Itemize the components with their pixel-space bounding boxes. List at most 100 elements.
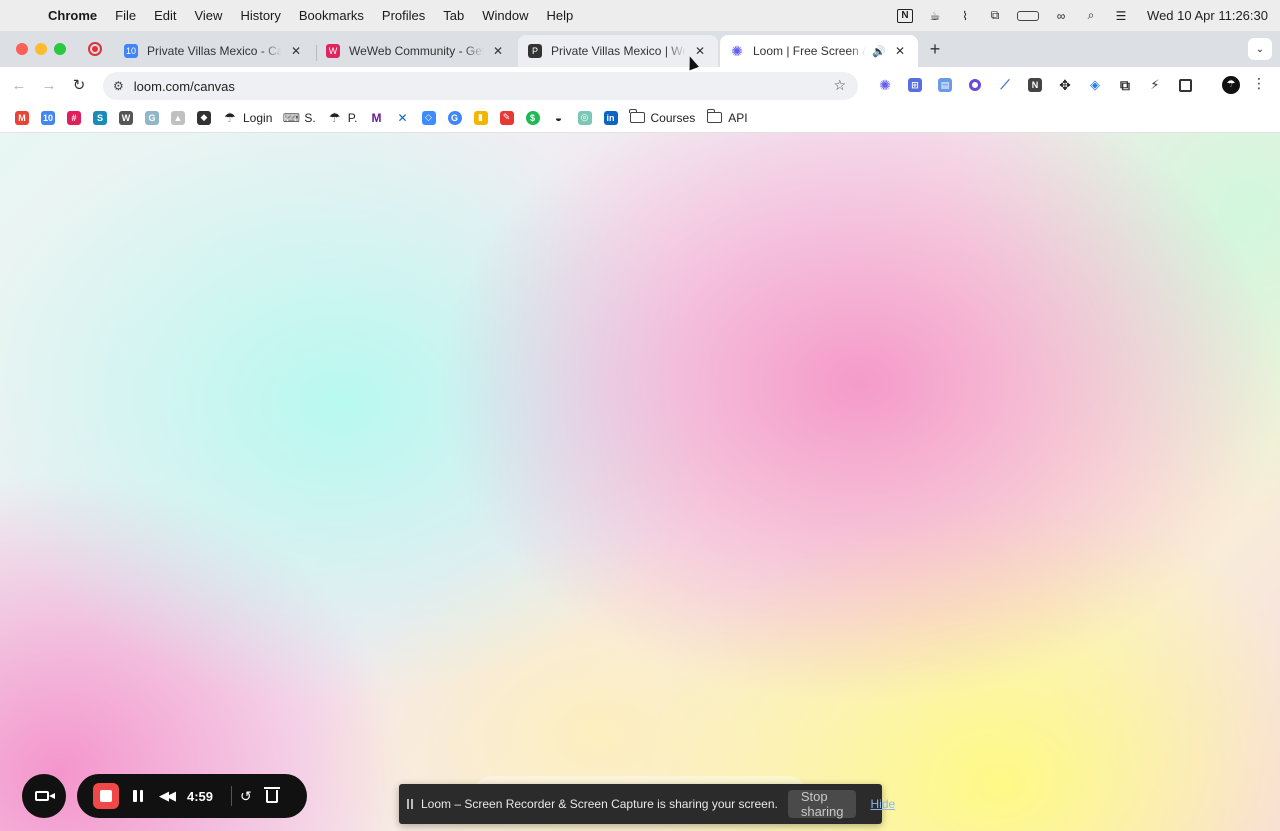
bookmark-dark[interactable]: ◆ [191, 107, 217, 129]
menu-tab[interactable]: Tab [443, 8, 464, 23]
bookmark-w[interactable]: W [113, 107, 139, 129]
coffee-cup-icon[interactable]: ☕ [927, 9, 943, 23]
loom-extension-icon[interactable]: ✺ [870, 75, 900, 95]
red-app-icon: ✎ [499, 110, 514, 125]
paperclip-icon[interactable]: ⌇ [957, 9, 973, 23]
address-bar[interactable]: ⚙ loom.com/canvas ☆ [103, 72, 858, 100]
notion-status-icon[interactable]: N [897, 8, 914, 23]
bookmark-diamond[interactable]: ◇ [416, 107, 442, 129]
link-icon[interactable]: ∞ [1053, 9, 1069, 23]
bookmark-google[interactable]: G [442, 107, 468, 129]
palm-tree-icon: ☂ [328, 109, 341, 125]
recording-indicator-icon[interactable] [88, 42, 102, 56]
notion-extension-icon[interactable]: N [1020, 75, 1050, 95]
reload-button[interactable]: ↻ [64, 76, 94, 94]
google-icon: G [447, 110, 462, 125]
control-center-icon[interactable]: ☰ [1113, 9, 1129, 23]
bookmark-label: S. [304, 110, 316, 125]
recording-timer: 4:59 [187, 788, 214, 804]
x-icon: ✕ [397, 110, 408, 125]
menu-edit[interactable]: Edit [154, 8, 176, 23]
address-bar-url[interactable]: loom.com/canvas [134, 79, 235, 94]
bookmark-tree[interactable]: ▲ [165, 107, 191, 129]
profile-avatar[interactable]: ☂ [1222, 76, 1240, 94]
move-extension-icon[interactable]: ✥ [1050, 75, 1080, 95]
rewind-icon[interactable]: ◀◀ [159, 788, 176, 804]
ring-extension-icon[interactable] [960, 75, 990, 95]
pause-recording-button[interactable] [133, 790, 143, 802]
menu-file[interactable]: File [115, 8, 136, 23]
linkedin-icon: in [603, 110, 618, 125]
bookmark-label: Login [243, 110, 273, 125]
tab-search-chevron-icon[interactable]: ⌄ [1248, 38, 1272, 60]
restart-recording-icon[interactable]: ↺ [240, 788, 252, 805]
tab-title: WeWeb Community - Get help [349, 44, 484, 58]
hide-banner-link[interactable]: Hide [870, 797, 895, 811]
bookmark-s[interactable]: ⌨ S. [278, 107, 321, 129]
chrome-menu-icon[interactable]: ⋮ [1252, 75, 1266, 92]
spotlight-search-icon[interactable]: ⌕ [1083, 8, 1099, 23]
tab-title: Loom | Free Screen & Video [753, 44, 866, 58]
forward-button[interactable]: → [34, 77, 64, 94]
menu-profiles[interactable]: Profiles [382, 8, 425, 23]
side-panel-icon[interactable] [1170, 75, 1200, 95]
bookmark-robot[interactable]: G [139, 107, 165, 129]
tab-weweb-community[interactable]: W WeWeb Community - Get help ✕ [316, 35, 516, 67]
tab-close-icon[interactable]: ✕ [490, 44, 506, 58]
bookmark-x[interactable]: ✕ [390, 107, 416, 129]
back-button[interactable]: ← [4, 77, 34, 94]
menu-bookmarks[interactable]: Bookmarks [299, 8, 364, 23]
clipboard-extension-icon[interactable]: ▤ [930, 75, 960, 95]
bookmark-openai[interactable]: ◎ [572, 107, 598, 129]
performance-icon[interactable]: ⚡ [1140, 75, 1170, 95]
bookmark-analytics[interactable]: ▮ [468, 107, 494, 129]
menubar-status-area: N ☕ ⌇ ⧉ ∞ ⌕ ☰ Wed 10 Apr 11:26:30 [897, 8, 1268, 23]
tab-close-icon[interactable]: ✕ [892, 44, 908, 58]
bookmark-red-app[interactable]: ✎ [494, 107, 520, 129]
loom-camera-toggle-button[interactable] [22, 774, 66, 818]
bookmark-folder-courses[interactable]: Courses [624, 107, 702, 129]
tab-loom-active[interactable]: ✺ Loom | Free Screen & Video 🔊 ✕ [720, 35, 918, 67]
bookmark-docs[interactable]: S [87, 107, 113, 129]
video-camera-icon [35, 791, 55, 801]
drag-handle-icon[interactable] [407, 799, 413, 809]
menubar-clock[interactable]: Wed 10 Apr 11:26:30 [1147, 8, 1268, 23]
google-calendar-favicon-icon: 10 [124, 44, 138, 58]
puzzle-extensions-icon[interactable]: ⧉ [1110, 75, 1140, 95]
menu-view[interactable]: View [194, 8, 222, 23]
window-minimize-button[interactable] [35, 43, 47, 55]
tag-extension-icon[interactable]: ◈ [1080, 75, 1110, 95]
bookmark-star-icon[interactable]: ☆ [833, 77, 846, 94]
bookmark-slack[interactable]: # [61, 107, 87, 129]
bookmark-make[interactable]: M [364, 107, 390, 129]
bookmark-login[interactable]: ☂ Login [217, 107, 278, 129]
tab-audio-speaker-icon[interactable]: 🔊 [872, 45, 886, 58]
delete-recording-icon[interactable] [263, 786, 280, 803]
grid-extension-icon[interactable]: ⊞ [900, 75, 930, 95]
tab-close-icon[interactable]: ✕ [288, 44, 304, 58]
bookmark-linkedin[interactable]: in [598, 107, 624, 129]
bookmark-gmail[interactable]: M [9, 107, 35, 129]
menu-help[interactable]: Help [547, 8, 574, 23]
bookmark-p[interactable]: ☂ P. [322, 107, 364, 129]
stop-recording-button[interactable] [93, 783, 119, 809]
new-tab-button[interactable]: + [924, 39, 946, 61]
slack-icon: # [67, 110, 81, 125]
site-info-icon[interactable]: ⚙ [113, 79, 124, 93]
tab-private-villas-calendar[interactable]: 10 Private Villas Mexico - Calendar ✕ [114, 35, 314, 67]
stop-sharing-button[interactable]: Stop sharing [787, 789, 857, 819]
keyboard-icon: ⌨ [282, 110, 301, 125]
folder-icon [706, 109, 723, 123]
bookmark-dark-circle[interactable]: ◒ [546, 107, 572, 129]
screen-share-icon[interactable]: ⧉ [987, 8, 1003, 23]
window-close-button[interactable] [16, 43, 28, 55]
battery-icon[interactable] [1017, 10, 1040, 21]
menu-window[interactable]: Window [482, 8, 528, 23]
window-maximize-button[interactable] [54, 43, 66, 55]
pen-extension-icon[interactable]: ⟋ [990, 75, 1020, 95]
menu-app-chrome[interactable]: Chrome [48, 8, 97, 23]
bookmark-calendar[interactable]: 10 [35, 107, 61, 129]
bookmark-green-dollar[interactable]: $ [520, 107, 546, 129]
menu-history[interactable]: History [240, 8, 280, 23]
bookmark-folder-api[interactable]: API [701, 107, 753, 129]
